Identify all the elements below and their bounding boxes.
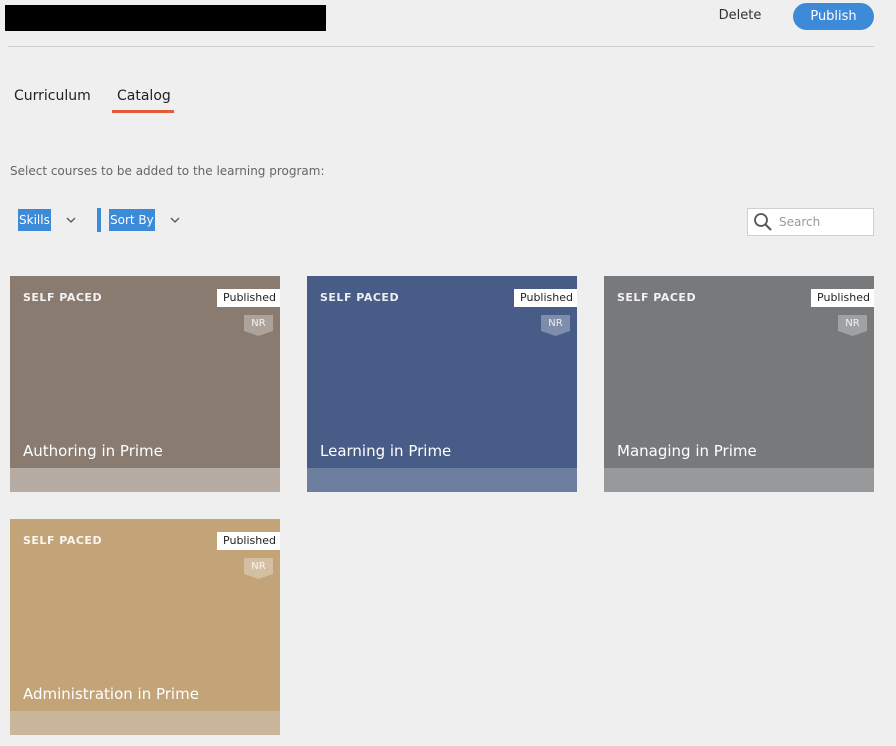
rating-badge-text: NR <box>251 318 266 329</box>
status-badge: Published <box>217 289 280 307</box>
publish-button[interactable]: Publish <box>793 3 874 30</box>
skills-filter-dropdown[interactable]: Skills <box>18 208 77 232</box>
card-footer <box>10 468 280 492</box>
search-box[interactable] <box>747 208 874 236</box>
skills-filter-label: Skills <box>18 209 51 231</box>
sort-focus-bar <box>97 208 101 232</box>
page-title-redacted <box>5 5 326 31</box>
rating-badge: NR <box>244 558 273 579</box>
course-type-label: SELF PACED <box>320 291 400 304</box>
course-card[interactable]: SELF PACED Published NR Administration i… <box>10 519 280 735</box>
instruction-text: Select courses to be added to the learni… <box>10 164 325 178</box>
card-footer <box>307 468 577 492</box>
course-type-label: SELF PACED <box>23 534 103 547</box>
course-card[interactable]: SELF PACED Published NR Managing in Prim… <box>604 276 874 492</box>
course-type-label: SELF PACED <box>23 291 103 304</box>
search-input[interactable] <box>779 215 869 229</box>
chevron-down-icon <box>170 217 180 223</box>
course-title: Administration in Prime <box>23 685 199 703</box>
chevron-down-icon <box>66 217 76 223</box>
status-badge: Published <box>217 532 280 550</box>
header-divider <box>8 46 874 47</box>
sort-by-label: Sort By <box>109 209 155 231</box>
course-title: Learning in Prime <box>320 442 452 460</box>
status-badge: Published <box>514 289 577 307</box>
card-footer <box>604 468 874 492</box>
course-type-label: SELF PACED <box>617 291 697 304</box>
tab-curriculum[interactable]: Curriculum <box>14 88 91 114</box>
course-title: Managing in Prime <box>617 442 757 460</box>
status-badge: Published <box>811 289 874 307</box>
card-footer <box>10 711 280 735</box>
rating-badge: NR <box>244 315 273 336</box>
rating-badge-text: NR <box>548 318 563 329</box>
rating-badge-text: NR <box>251 561 266 572</box>
rating-badge: NR <box>838 315 867 336</box>
course-card[interactable]: SELF PACED Published NR Learning in Prim… <box>307 276 577 492</box>
delete-button[interactable]: Delete <box>710 5 770 27</box>
active-tab-indicator <box>112 110 174 113</box>
course-card[interactable]: SELF PACED Published NR Authoring in Pri… <box>10 276 280 492</box>
rating-badge: NR <box>541 315 570 336</box>
rating-badge-text: NR <box>845 318 860 329</box>
sort-by-dropdown[interactable]: Sort By <box>97 208 181 232</box>
course-title: Authoring in Prime <box>23 442 163 460</box>
search-icon <box>754 213 772 231</box>
